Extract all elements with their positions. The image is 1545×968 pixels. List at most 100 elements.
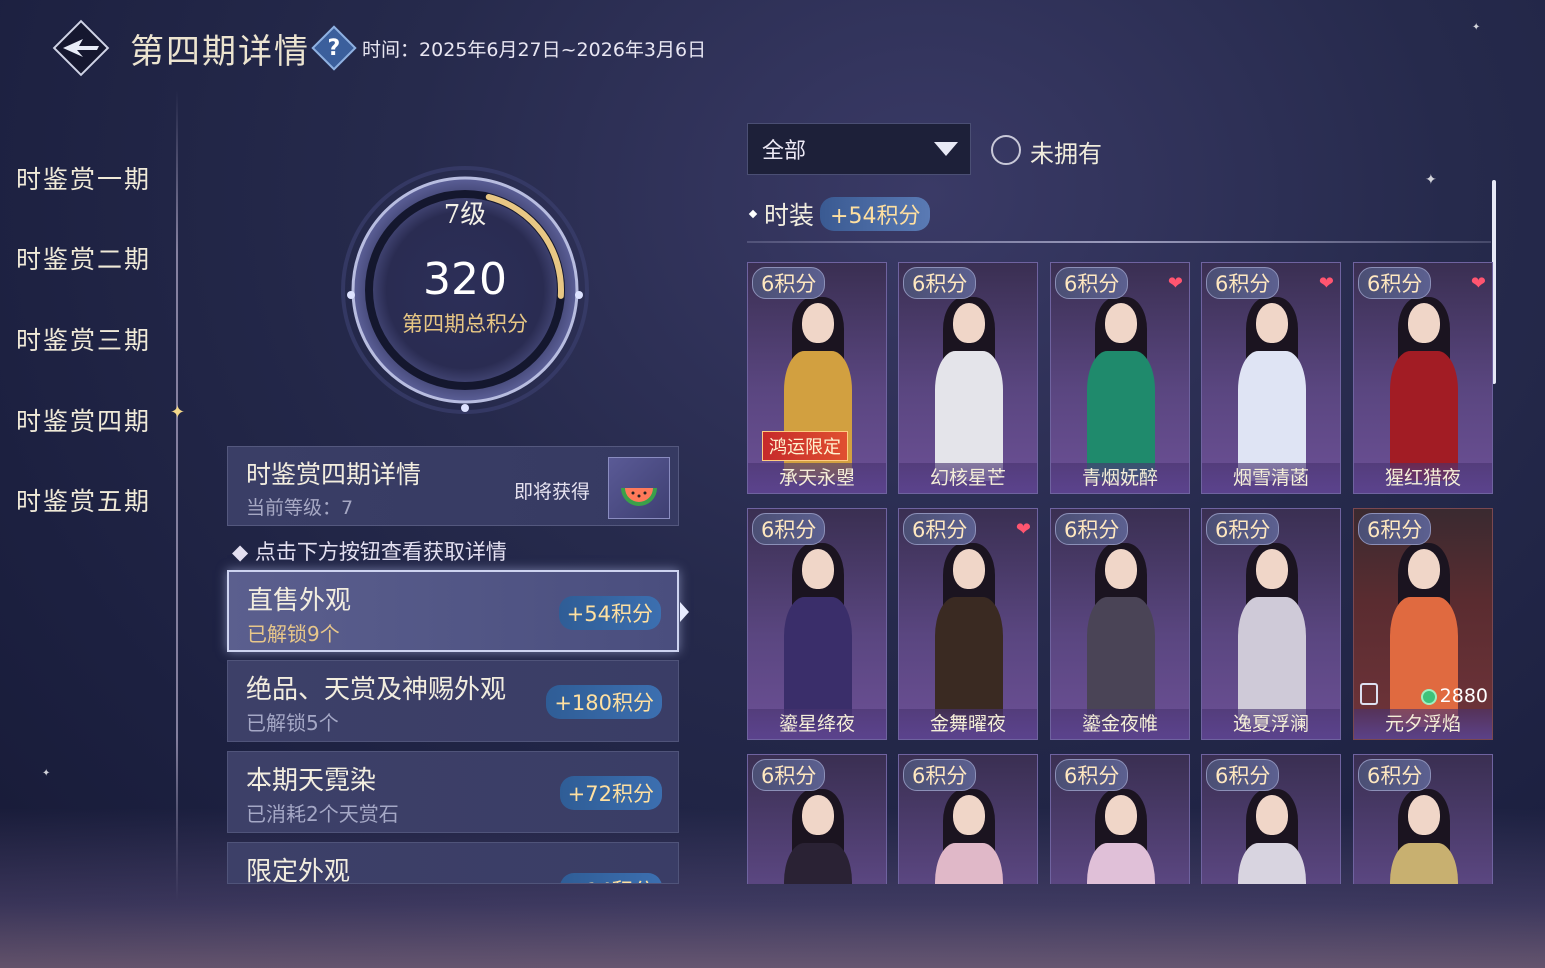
card-points: 6积分	[752, 267, 826, 299]
card-name: 青烟妩醉	[1051, 463, 1189, 493]
category-points: +180积分	[546, 685, 662, 719]
outfit-grid: 6积分 鸿运限定 承天永曌 6积分 幻核星芒 6积分 ❤ 青烟妩醉 6积分 ❤ 烟雪清菡 6积分 ❤ 猩红…	[747, 262, 1497, 884]
card-price: 2880	[1420, 685, 1488, 707]
unowned-label[interactable]: 未拥有	[1030, 134, 1102, 169]
card-points: 6积分	[752, 759, 826, 791]
category-status: 已消耗2个天赏石	[246, 802, 399, 826]
favorite-heart-icon[interactable]: ❤	[1168, 273, 1183, 294]
figure-head	[1256, 549, 1288, 589]
outfit-card[interactable]: 6积分	[1201, 754, 1341, 884]
section-divider	[747, 241, 1491, 243]
outfit-figure	[1081, 543, 1161, 727]
card-name: 鎏金夜帷	[1051, 709, 1189, 739]
figure-body	[1238, 597, 1306, 727]
card-points: 6积分	[1206, 759, 1280, 791]
section-header: 时装 +54积分	[748, 196, 931, 232]
reward-item-icon[interactable]	[608, 457, 670, 519]
outfit-card[interactable]: 6积分 鸿运限定 承天永曌	[747, 262, 887, 494]
hint-text: ◆ 点击下方按钮查看获取详情	[232, 540, 507, 564]
upcoming-reward-label: 即将获得	[514, 481, 591, 503]
category-dye[interactable]: 本期天霓染 已消耗2个天赏石 +72积分	[227, 751, 679, 833]
card-points: 6积分	[1206, 513, 1280, 545]
outfit-card[interactable]: 6积分	[1050, 754, 1190, 884]
figure-head	[1408, 795, 1440, 835]
outfit-figure	[929, 543, 1009, 727]
figure-body	[1390, 597, 1458, 727]
outfit-card[interactable]: 6积分	[1353, 754, 1493, 884]
active-category-arrow-icon	[680, 602, 689, 622]
category-premium[interactable]: 绝品、天赏及神赐外观 已解锁5个 +180积分	[227, 660, 679, 742]
outfit-figure	[1232, 297, 1312, 481]
figure-head	[1408, 303, 1440, 343]
period-detail-card[interactable]: 时鉴赏四期详情 当前等级：7 即将获得	[227, 446, 679, 526]
category-status: 已解锁5个	[246, 711, 339, 735]
outfit-figure	[778, 789, 858, 884]
figure-body	[935, 843, 1003, 884]
category-points: +54积分	[558, 596, 661, 630]
figure-head	[953, 549, 985, 589]
filter-selected-value: 全部	[762, 139, 807, 164]
hint-label: 点击下方按钮查看获取详情	[254, 540, 507, 564]
help-icon[interactable]: ?	[311, 25, 357, 71]
current-level: 当前等级：7	[246, 497, 354, 519]
favorite-heart-icon[interactable]: ❤	[1319, 273, 1334, 294]
total-score: 320	[423, 254, 507, 305]
detail-title: 时鉴赏四期详情	[246, 460, 422, 489]
category-direct-sale[interactable]: 直售外观 已解锁9个 +54积分	[227, 570, 679, 652]
nav-item-period-5[interactable]: 时鉴赏五期	[16, 482, 151, 518]
outfit-card[interactable]: 6积分 逸夏浮澜	[1201, 508, 1341, 740]
favorite-heart-icon[interactable]: ❤	[1471, 273, 1486, 294]
price-value: 2880	[1439, 685, 1488, 707]
card-points: 6积分	[1358, 267, 1432, 299]
nav-item-period-2[interactable]: 时鉴赏二期	[16, 240, 151, 276]
outfit-card[interactable]: 6积分 ❤ 金舞曜夜	[898, 508, 1038, 740]
card-points: 6积分	[903, 759, 977, 791]
help-glyph: ?	[327, 35, 341, 61]
sparkle-icon: ✦	[42, 768, 51, 779]
back-button[interactable]	[52, 19, 110, 77]
section-points: +54积分	[820, 197, 931, 231]
figure-body	[935, 597, 1003, 727]
outfit-figure	[929, 297, 1009, 481]
favorite-heart-icon[interactable]: ❤	[1016, 519, 1031, 540]
card-name: 猩红猎夜	[1354, 463, 1492, 493]
header: 第四期详情 ? 时间： 2025年6月27日~2026年3月6日	[52, 18, 706, 78]
nav-item-period-3[interactable]: 时鉴赏三期	[16, 321, 151, 357]
outfit-card[interactable]: 6积分	[898, 754, 1038, 884]
outfit-card[interactable]: 6积分 幻核星芒	[898, 262, 1038, 494]
card-points: 6积分	[903, 513, 977, 545]
category-name: 本期天霓染	[246, 766, 377, 796]
figure-body	[1390, 843, 1458, 884]
figure-body	[784, 597, 852, 727]
card-name: 鎏星绛夜	[748, 709, 886, 739]
figure-head	[802, 795, 834, 835]
time-value: 2025年6月27日~2026年3月6日	[419, 38, 707, 61]
nav-item-period-4[interactable]: 时鉴赏四期	[16, 402, 151, 438]
card-points: 6积分	[1055, 759, 1129, 791]
category-status: 已解锁9个	[247, 622, 340, 646]
card-name: 幻核星芒	[899, 463, 1037, 493]
figure-head	[802, 303, 834, 343]
card-points: 6积分	[1358, 759, 1432, 791]
outfit-card[interactable]: 6积分 ❤ 猩红猎夜	[1353, 262, 1493, 494]
nav-divider	[176, 90, 178, 900]
card-name: 承天永曌	[748, 463, 886, 493]
nav-item-period-1[interactable]: 时鉴赏一期	[16, 160, 151, 196]
figure-head	[953, 303, 985, 343]
outfit-card[interactable]: 6积分 ❤ 青烟妩醉	[1050, 262, 1190, 494]
card-points: 6积分	[1206, 267, 1280, 299]
figure-body	[935, 351, 1003, 481]
outfit-card[interactable]: 6积分 鎏星绛夜	[747, 508, 887, 740]
outfit-card[interactable]: 6积分 2880 元夕浮焰	[1353, 508, 1493, 740]
card-name: 烟雪清菡	[1202, 463, 1340, 493]
figure-body	[1390, 351, 1458, 481]
figure-head	[1105, 303, 1137, 343]
filter-dropdown[interactable]: 全部	[747, 123, 971, 175]
figure-body	[1238, 843, 1306, 884]
outfit-card[interactable]: 6积分	[747, 754, 887, 884]
outfit-card[interactable]: 6积分 ❤ 烟雪清菡	[1201, 262, 1341, 494]
outfit-card[interactable]: 6积分 鎏金夜帷	[1050, 508, 1190, 740]
outfit-figure	[1081, 789, 1161, 884]
category-limited[interactable]: 限定外观 +14积分	[227, 842, 679, 884]
unowned-radio[interactable]	[991, 135, 1021, 165]
